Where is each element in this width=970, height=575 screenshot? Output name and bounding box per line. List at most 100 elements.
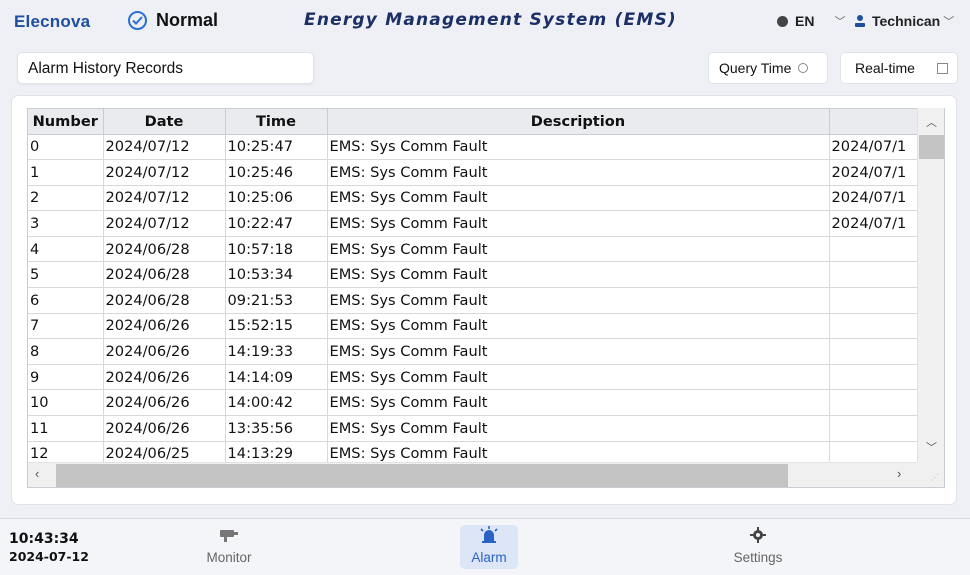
table-row[interactable]: 8 2024/06/26 14:19:33 EMS: Sys Comm Fault [28,338,944,365]
check-circle-icon [128,11,147,30]
resize-grip-icon: ⋰ [931,473,939,482]
table-cell: EMS: Sys Comm Fault [327,261,830,289]
table-row[interactable]: 5 2024/06/28 10:53:34 EMS: Sys Comm Fault [28,261,944,289]
table-cell: EMS: Sys Comm Fault [327,287,830,314]
table-row[interactable]: 10 2024/06/26 14:00:42 EMS: Sys Comm Fault [28,389,944,417]
table-cell: 2024/07/12 [103,134,226,161]
horizontal-scroll-thumb[interactable] [56,464,788,487]
table-cell: EMS: Sys Comm Fault [327,364,830,391]
table-cell: 2024/06/26 [103,415,226,442]
table-cell: 10:57:18 [225,236,328,263]
realtime-label: Real-time [855,60,915,76]
column-header-time[interactable]: Time [225,109,328,135]
user-icon [853,14,867,28]
vertical-scroll-thumb[interactable] [919,135,944,159]
table-cell: 1 [28,159,104,186]
column-header-date[interactable]: Date [103,109,226,135]
nav-monitor-label: Monitor [206,550,252,565]
table-cell: 10:22:47 [225,210,328,237]
table-row[interactable]: 4 2024/06/28 10:57:18 EMS: Sys Comm Fault [28,236,944,263]
table-cell: EMS: Sys Comm Fault [327,338,830,365]
column-header-number[interactable]: Number [28,109,104,135]
language-label: EN [795,13,815,29]
table-cell: 9 [28,364,104,391]
scrollbar-corner: ⋰ [917,462,944,487]
table-cell: 15:52:15 [225,313,328,340]
scroll-down-icon[interactable]: ﹀ [926,439,937,455]
bottom-bar: 10:43:34 2024-07-12 Monitor Alarm Settin… [0,518,970,575]
table-cell: 2024/06/26 [103,364,226,391]
table-row[interactable]: 11 2024/06/26 13:35:56 EMS: Sys Comm Fault [28,415,944,442]
table-header-row: Number Date Time Description I [28,109,944,135]
scroll-up-icon[interactable]: ︿ [926,114,937,130]
table-cell: EMS: Sys Comm Fault [327,134,830,161]
table-cell: 14:19:33 [225,338,328,365]
table-cell: 10:25:06 [225,185,328,212]
chevron-down-icon: ﹀ [943,16,955,28]
table-cell: 2024/06/26 [103,389,226,417]
table-cell: 6 [28,287,104,314]
chevron-down-icon: ﹀ [834,16,846,28]
clock-date: 2024-07-12 [9,549,89,564]
app-title: Energy Management System (EMS) [304,10,677,30]
table-row[interactable]: 2 2024/07/12 10:25:06 EMS: Sys Comm Fault 20… [28,185,944,212]
table-cell: 2024/06/28 [103,261,226,289]
table-cell: EMS: Sys Comm Fault [327,159,830,186]
alarm-light-icon [478,525,500,545]
brand-logo: Elecnova [14,12,91,31]
table-cell: 10:53:34 [225,261,328,289]
status-text: Normal [156,10,219,30]
table-cell: 2024/07/12 [103,210,226,237]
table-cell: EMS: Sys Comm Fault [327,236,830,263]
system-status: Normal [128,10,218,31]
table-row[interactable]: 0 2024/07/12 10:25:47 EMS: Sys Comm Fault 20… [28,134,944,161]
table-cell: 2 [28,185,104,212]
clock-time: 10:43:34 [9,531,79,547]
nav-alarm[interactable]: Alarm [460,525,518,569]
table-cell: 11 [28,415,104,442]
table-cell: 5 [28,261,104,289]
table-cell: 10:25:47 [225,134,328,161]
user-menu[interactable]: Technican ﹀ [853,13,954,29]
table-cell: 2024/06/28 [103,236,226,263]
column-header-description[interactable]: Description [327,109,830,135]
gear-icon [750,525,766,545]
table-cell: 09:21:53 [225,287,328,314]
table-cell: 2024/06/26 [103,338,226,365]
scroll-right-icon[interactable]: › [897,466,901,481]
horizontal-scrollbar[interactable]: ‹ › [28,462,917,487]
vertical-scrollbar[interactable]: ︿ ﹀ [917,108,944,463]
target-icon [798,63,809,74]
query-time-label: Query Time [719,60,792,76]
table-row[interactable]: 7 2024/06/26 15:52:15 EMS: Sys Comm Fault [28,313,944,340]
table-cell: EMS: Sys Comm Fault [327,415,830,442]
language-selector[interactable]: EN ﹀ [777,13,845,29]
table-row[interactable]: 1 2024/07/12 10:25:46 EMS: Sys Comm Fault 20… [28,159,944,186]
table-row[interactable]: 6 2024/06/28 09:21:53 EMS: Sys Comm Fault [28,287,944,314]
page-title: Alarm History Records [17,52,314,84]
table-cell: EMS: Sys Comm Fault [327,210,830,237]
top-bar: Elecnova Normal Energy Management System… [0,0,970,42]
alarm-table: Number Date Time Description I 02024/07/… [27,108,945,488]
table-cell: EMS: Sys Comm Fault [327,313,830,340]
expand-icon [936,62,948,74]
table-row[interactable]: 9 2024/06/26 14:14:09 EMS: Sys Comm Fault [28,364,944,391]
table-cell: 2024/07/12 [103,159,226,186]
table-cell: 2024/07/12 [103,185,226,212]
nav-settings[interactable]: Settings [730,525,786,565]
table-cell: 8 [28,338,104,365]
scroll-left-icon[interactable]: ‹ [35,466,39,481]
table-cell: 10:25:46 [225,159,328,186]
table-cell: EMS: Sys Comm Fault [327,389,830,417]
globe-icon [777,15,788,27]
nav-alarm-label: Alarm [471,550,507,565]
user-name: Technican [872,13,941,29]
table-cell: 2024/06/28 [103,287,226,314]
query-time-button[interactable]: Query Time [708,52,828,84]
table-row[interactable]: 3 2024/07/12 10:22:47 EMS: Sys Comm Fault 20… [28,210,944,237]
realtime-button[interactable]: Real-time [840,52,958,84]
table-cell: 14:14:09 [225,364,328,391]
nav-monitor[interactable]: Monitor [203,525,255,565]
table-cell: 10 [28,389,104,417]
table-cell: 4 [28,236,104,263]
